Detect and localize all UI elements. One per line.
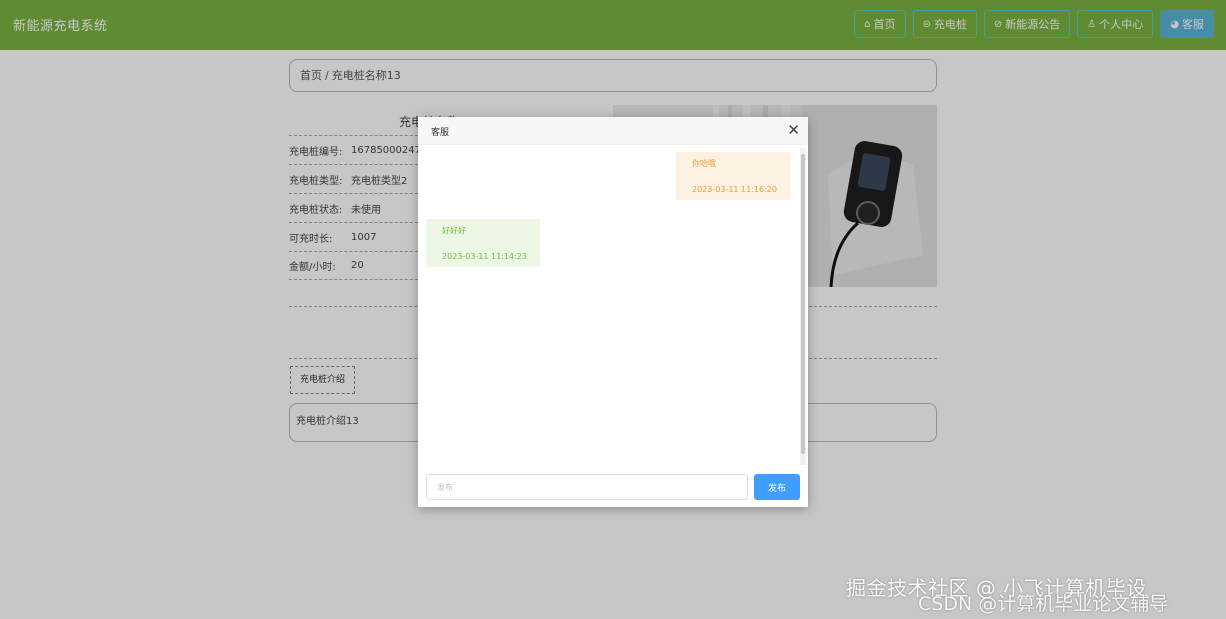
- message-text: 你哈哦: [692, 159, 716, 168]
- send-button[interactable]: 发布: [754, 474, 800, 500]
- message-text: 好好好: [442, 226, 466, 235]
- close-icon[interactable]: ✕: [787, 121, 800, 139]
- scrollbar-thumb[interactable]: [801, 154, 805, 454]
- message-time: 2023-03-11 11:14:23: [442, 252, 527, 261]
- dialog-header: 客服 ✕: [418, 117, 808, 145]
- chat-input[interactable]: [426, 474, 748, 500]
- chat-message-received: 好好好 2023-03-11 11:14:23: [426, 219, 540, 267]
- chat-message-sent: 你哈哦 2023-03-11 11:16:20: [676, 152, 790, 200]
- message-time: 2023-03-11 11:16:20: [692, 185, 777, 194]
- watermark-csdn: CSDN @计算机毕业论文辅导: [918, 593, 1169, 615]
- dialog-title: 客服: [431, 128, 450, 138]
- customer-service-dialog: 客服 ✕ 你哈哦 2023-03-11 11:16:20 好好好 2023-03…: [418, 117, 808, 507]
- chat-scrollbar[interactable]: [800, 148, 806, 465]
